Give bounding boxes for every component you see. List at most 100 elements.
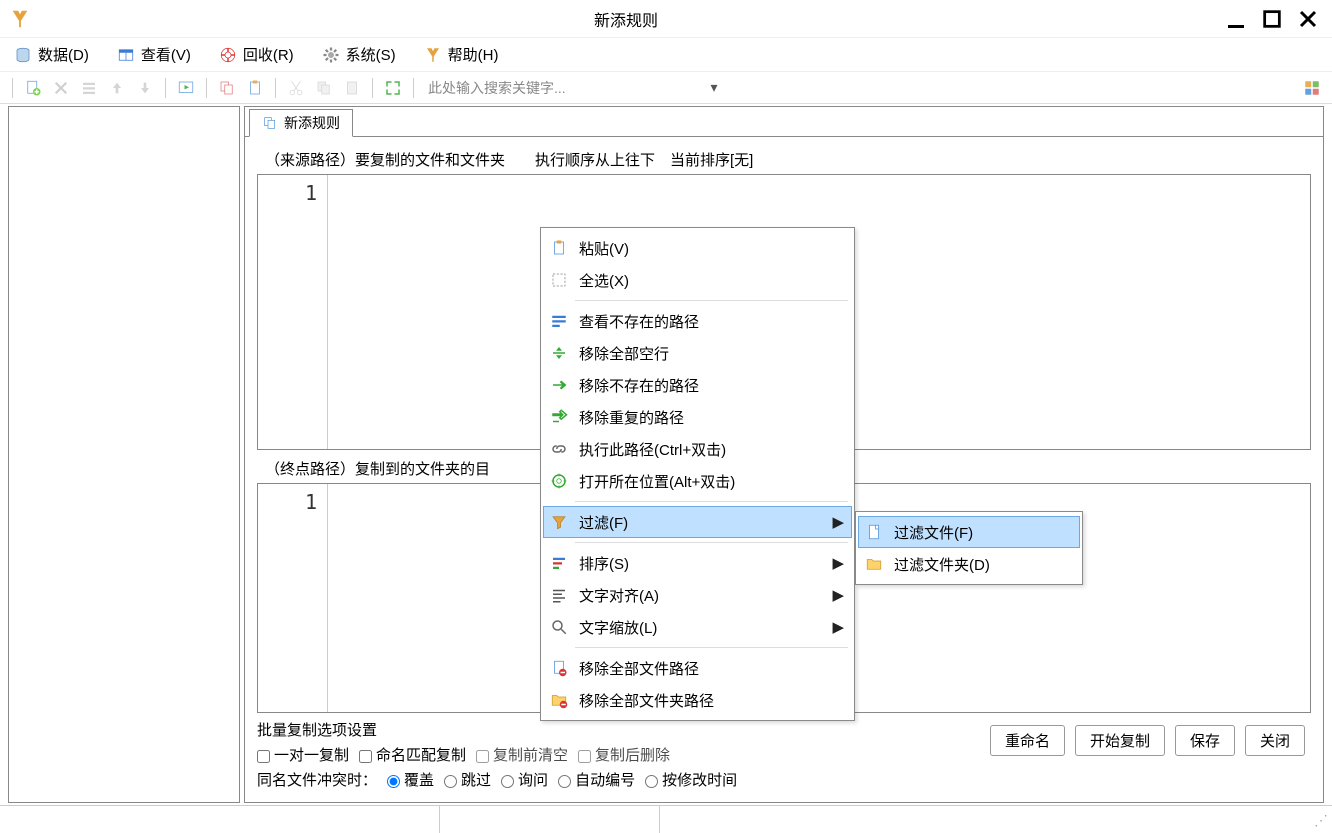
menu-view-label: 查看(V) bbox=[141, 44, 191, 65]
table-icon bbox=[117, 46, 135, 64]
chevron-right-icon: ▶ bbox=[832, 513, 844, 531]
context-menu: 粘贴(V) 全选(X) 查看不存在的路径 移除全部空行 移除不存在的路径 移除重… bbox=[540, 227, 855, 721]
ctx-sort[interactable]: 排序(S) ▶ bbox=[543, 547, 852, 579]
chk-clear-before[interactable]: 复制前清空 bbox=[476, 744, 568, 765]
ctx-remove-folder-paths[interactable]: 移除全部文件夹路径 bbox=[543, 684, 852, 716]
ctx-exec-path[interactable]: 执行此路径(Ctrl+双击) bbox=[543, 433, 852, 465]
paste2-icon[interactable] bbox=[340, 76, 364, 100]
copy-icon bbox=[262, 115, 278, 131]
dest-paths-label: （终点路径）复制到的文件夹的目 bbox=[265, 458, 490, 479]
dedupe-icon bbox=[547, 405, 571, 429]
tab-new-rule[interactable]: 新添规则 bbox=[249, 109, 353, 137]
source-gutter: 1 bbox=[258, 175, 328, 449]
ctx-open-location[interactable]: 打开所在位置(Alt+双击) bbox=[543, 465, 852, 497]
expand-icon[interactable] bbox=[381, 76, 405, 100]
tab-label: 新添规则 bbox=[284, 113, 340, 133]
new-doc-icon[interactable] bbox=[21, 76, 45, 100]
ctx-filter[interactable]: 过滤(F) ▶ bbox=[543, 506, 852, 538]
select-all-icon bbox=[547, 268, 571, 292]
status-bar bbox=[0, 805, 1332, 833]
zoom-icon bbox=[547, 615, 571, 639]
dest-gutter: 1 bbox=[258, 484, 328, 712]
database-icon bbox=[14, 46, 32, 64]
title-bar: 新添规则 bbox=[0, 0, 1332, 38]
chevron-right-icon: ▶ bbox=[832, 618, 844, 636]
minimize-button[interactable] bbox=[1220, 5, 1252, 33]
ctx-select-all[interactable]: 全选(X) bbox=[543, 264, 852, 296]
menu-system[interactable]: 系统(S) bbox=[322, 44, 396, 65]
source-paths-label: （来源路径）要复制的文件和文件夹 执行顺序从上往下 当前排序[无] bbox=[265, 149, 1311, 170]
file-icon bbox=[862, 520, 886, 544]
window-title: 新添规则 bbox=[32, 7, 1220, 31]
maximize-button[interactable] bbox=[1256, 5, 1288, 33]
rad-skip[interactable]: 跳过 bbox=[444, 769, 491, 790]
copy2-icon[interactable] bbox=[312, 76, 336, 100]
rule-tree-sidebar[interactable] bbox=[8, 106, 240, 803]
ctx-zoom[interactable]: 文字缩放(L) ▶ bbox=[543, 611, 852, 643]
menu-data[interactable]: 数据(D) bbox=[14, 44, 89, 65]
search-placeholder: 此处输入搜索关键字... bbox=[428, 78, 566, 98]
filter-icon bbox=[547, 510, 571, 534]
menu-help[interactable]: 帮助(H) bbox=[424, 44, 499, 65]
tab-bar: 新添规则 bbox=[245, 107, 1323, 137]
chevron-right-icon: ▶ bbox=[832, 554, 844, 572]
menu-bar: 数据(D) 查看(V) 回收(R) 系统(S) 帮助(H) bbox=[0, 38, 1332, 72]
arrow-up-icon[interactable] bbox=[105, 76, 129, 100]
app-icon bbox=[8, 7, 32, 31]
grid-icon[interactable] bbox=[1300, 76, 1324, 100]
window-controls bbox=[1220, 5, 1324, 33]
lifebuoy-icon bbox=[219, 46, 237, 64]
close-rule-button[interactable]: 关闭 bbox=[1245, 725, 1305, 756]
app-icon bbox=[424, 46, 442, 64]
close-button[interactable] bbox=[1292, 5, 1324, 33]
rad-by-mtime[interactable]: 按修改时间 bbox=[645, 769, 737, 790]
copy-icon[interactable] bbox=[215, 76, 239, 100]
list-check-icon bbox=[547, 309, 571, 333]
menu-data-label: 数据(D) bbox=[38, 44, 89, 65]
toolbar: 此处输入搜索关键字... ▾ bbox=[0, 72, 1332, 104]
action-buttons: 重命名 开始复制 保存 关闭 bbox=[990, 725, 1305, 756]
ctx-paste[interactable]: 粘贴(V) bbox=[543, 232, 852, 264]
link-icon bbox=[547, 437, 571, 461]
rad-overwrite[interactable]: 覆盖 bbox=[387, 769, 434, 790]
menu-recycle[interactable]: 回收(R) bbox=[219, 44, 294, 65]
chk-one-to-one[interactable]: 一对一复制 bbox=[257, 744, 349, 765]
align-icon bbox=[547, 583, 571, 607]
folder-icon bbox=[862, 552, 886, 576]
cut-icon[interactable] bbox=[284, 76, 308, 100]
ctx-filter-files[interactable]: 过滤文件(F) bbox=[858, 516, 1080, 548]
chevron-right-icon: ▶ bbox=[832, 586, 844, 604]
rad-autonum[interactable]: 自动编号 bbox=[558, 769, 635, 790]
ctx-filter-folders[interactable]: 过滤文件夹(D) bbox=[858, 548, 1080, 580]
delete-icon[interactable] bbox=[49, 76, 73, 100]
menu-recycle-label: 回收(R) bbox=[243, 44, 294, 65]
menu-view[interactable]: 查看(V) bbox=[117, 44, 191, 65]
ctx-remove-file-paths[interactable]: 移除全部文件路径 bbox=[543, 652, 852, 684]
resize-grip[interactable]: ⋰ bbox=[1314, 812, 1328, 829]
gear-icon bbox=[322, 46, 340, 64]
ctx-align[interactable]: 文字对齐(A) ▶ bbox=[543, 579, 852, 611]
play-icon[interactable] bbox=[174, 76, 198, 100]
ctx-remove-dup[interactable]: 移除重复的路径 bbox=[543, 401, 852, 433]
ctx-view-nonexist[interactable]: 查看不存在的路径 bbox=[543, 305, 852, 337]
rename-button[interactable]: 重命名 bbox=[990, 725, 1065, 756]
collapse-icon bbox=[547, 341, 571, 365]
search-input[interactable]: 此处输入搜索关键字... bbox=[422, 77, 702, 99]
menu-help-label: 帮助(H) bbox=[448, 44, 499, 65]
conflict-label: 同名文件冲突时： bbox=[257, 769, 377, 790]
rad-ask[interactable]: 询问 bbox=[501, 769, 548, 790]
ctx-remove-nonexist[interactable]: 移除不存在的路径 bbox=[543, 369, 852, 401]
paste-icon[interactable] bbox=[243, 76, 267, 100]
chk-delete-after[interactable]: 复制后删除 bbox=[578, 744, 670, 765]
arrow-down-icon[interactable] bbox=[133, 76, 157, 100]
paste-icon bbox=[547, 236, 571, 260]
file-remove-icon bbox=[547, 656, 571, 680]
save-button[interactable]: 保存 bbox=[1175, 725, 1235, 756]
ctx-remove-empty[interactable]: 移除全部空行 bbox=[543, 337, 852, 369]
list-icon[interactable] bbox=[77, 76, 101, 100]
target-icon bbox=[547, 469, 571, 493]
chk-name-match[interactable]: 命名匹配复制 bbox=[359, 744, 466, 765]
sort-icon bbox=[547, 551, 571, 575]
start-copy-button[interactable]: 开始复制 bbox=[1075, 725, 1165, 756]
search-dropdown-icon[interactable]: ▾ bbox=[706, 77, 722, 99]
